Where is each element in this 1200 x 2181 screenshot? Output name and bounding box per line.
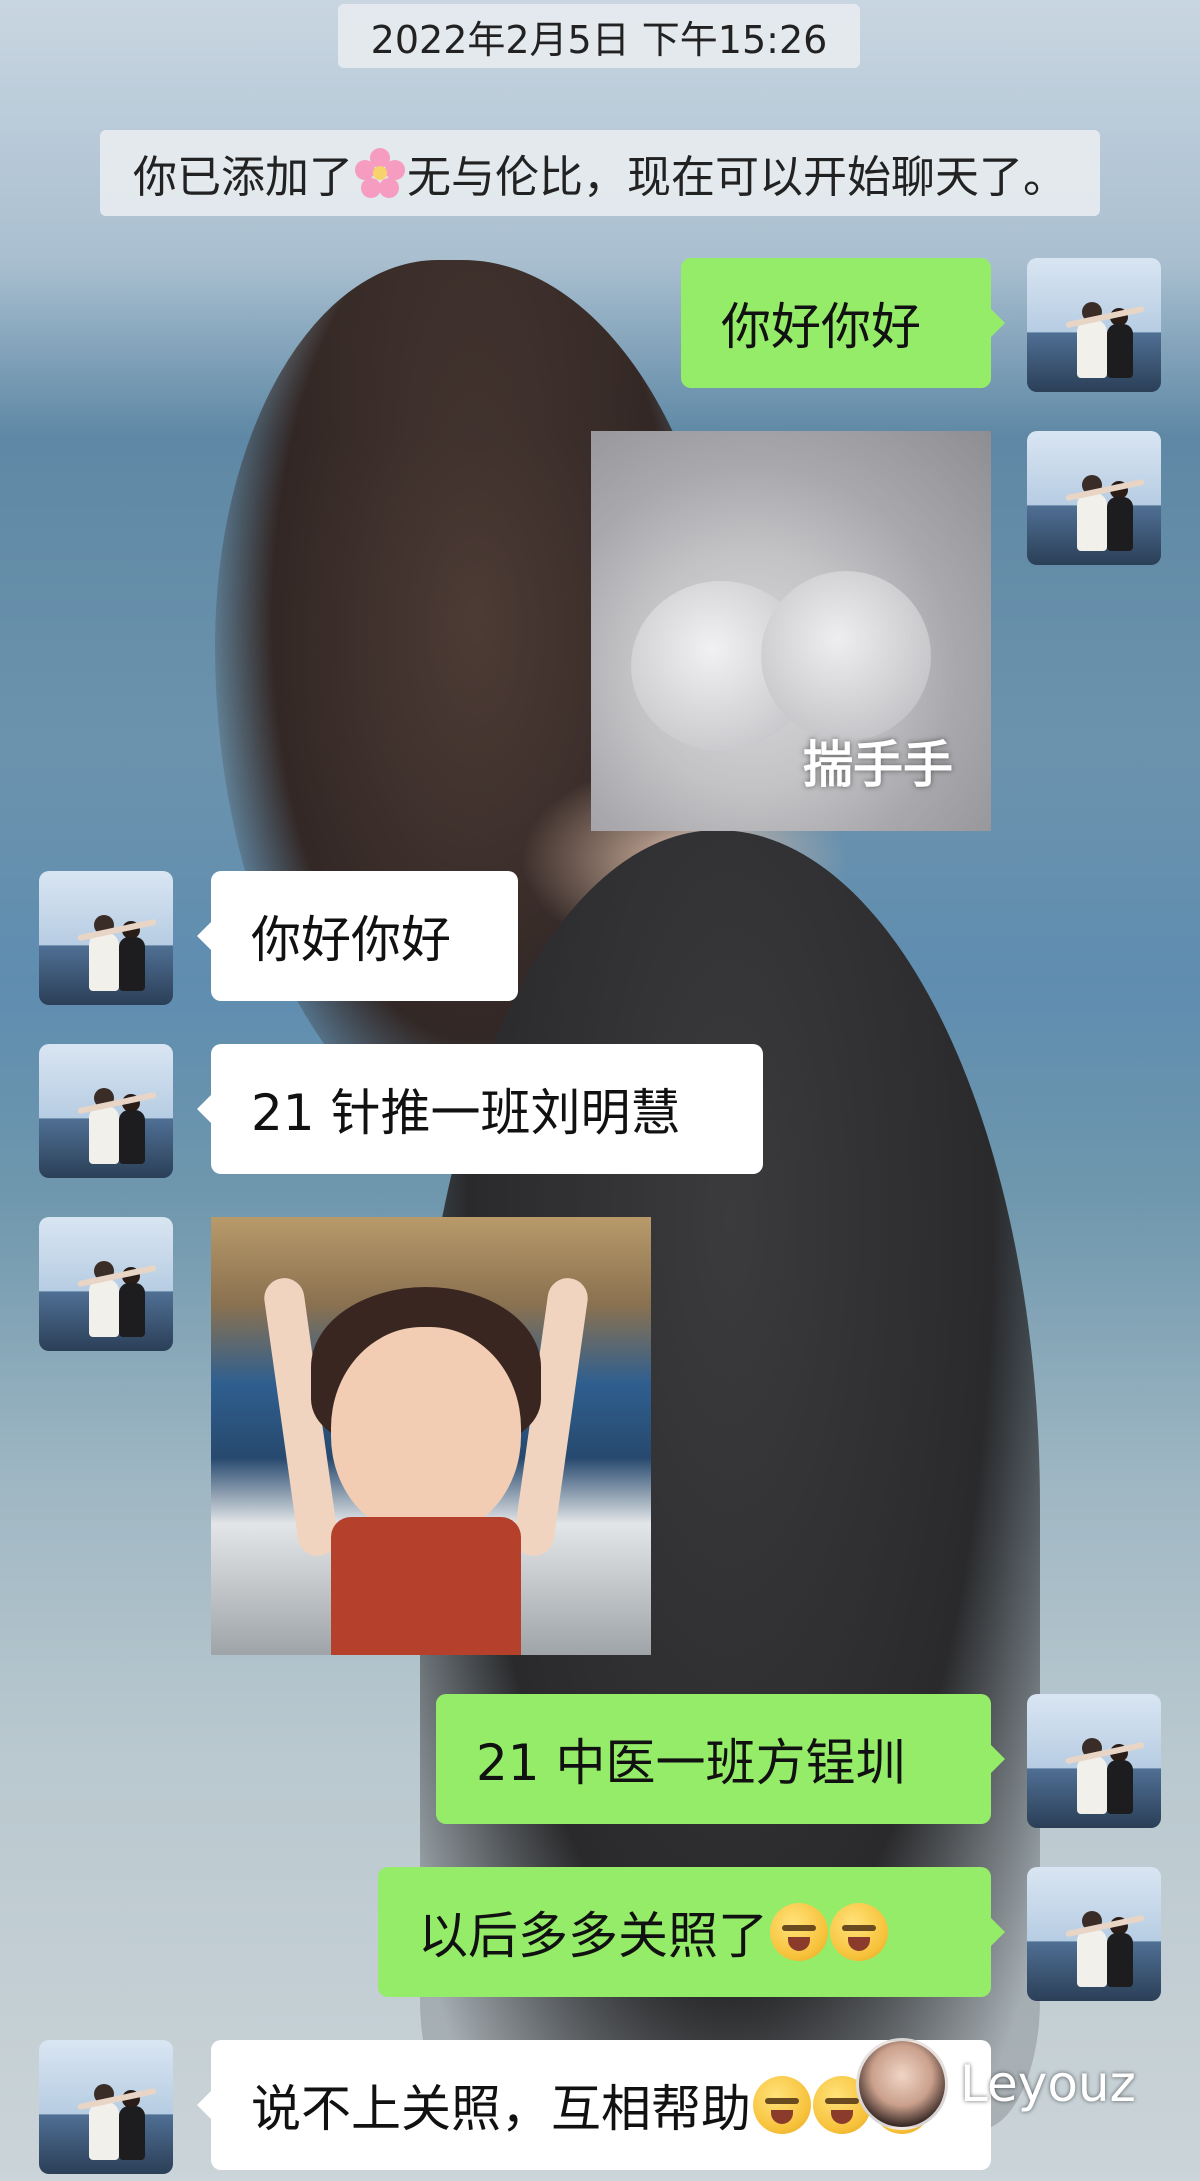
- contact-avatar[interactable]: [39, 2040, 173, 2174]
- laugh-cry-emoji: [830, 1903, 888, 1961]
- contact-name[interactable]: 无与伦比: [407, 141, 583, 205]
- girl-heart-sticker[interactable]: [211, 1217, 651, 1655]
- my-avatar[interactable]: [1027, 1867, 1161, 2001]
- laugh-cry-emoji: [770, 1903, 828, 1961]
- message-text: 你好你好: [721, 298, 921, 356]
- message-bubble-sent[interactable]: 21 中医一班方锃圳: [436, 1694, 1005, 1824]
- my-avatar[interactable]: [1027, 258, 1161, 392]
- pink-flower-icon: [355, 148, 405, 198]
- cat-paws-sticker[interactable]: 揣手手: [591, 431, 991, 831]
- message-text: 21 中医一班方锃圳: [476, 1734, 906, 1792]
- system-message: 你已添加了 无与伦比 ，现在可以开始聊天了。: [100, 130, 1100, 216]
- message-text: 说不上关照，互相帮助: [251, 2080, 751, 2138]
- message-bubble-received[interactable]: 你好你好: [197, 871, 518, 1001]
- message-timestamp: 2022年2月5日 下午15:26: [338, 4, 860, 68]
- contact-avatar[interactable]: [39, 871, 173, 1005]
- watermark-text: Leyouz: [960, 2055, 1136, 2113]
- my-avatar[interactable]: [1027, 1694, 1161, 1828]
- message-text: 以后多多关照了: [418, 1907, 768, 1965]
- message-text: 21 针推一班刘明慧: [251, 1084, 681, 1142]
- system-message-suffix: ，现在可以开始聊天了。: [583, 152, 1067, 203]
- my-avatar[interactable]: [1027, 431, 1161, 565]
- laugh-cry-emoji: [753, 2076, 811, 2134]
- watermark: Leyouz: [856, 2034, 1136, 2134]
- sticker-caption: 揣手手: [803, 736, 953, 794]
- message-bubble-sent[interactable]: 以后多多关照了: [378, 1867, 1005, 1997]
- message-text: 你好你好: [251, 911, 451, 969]
- contact-avatar[interactable]: [39, 1044, 173, 1178]
- system-message-prefix: 你已添加了: [133, 152, 353, 203]
- contact-avatar[interactable]: [39, 1217, 173, 1351]
- message-bubble-received[interactable]: 21 针推一班刘明慧: [197, 1044, 763, 1174]
- watermark-avatar: [856, 2038, 948, 2130]
- message-bubble-sent[interactable]: 你好你好: [681, 258, 1005, 388]
